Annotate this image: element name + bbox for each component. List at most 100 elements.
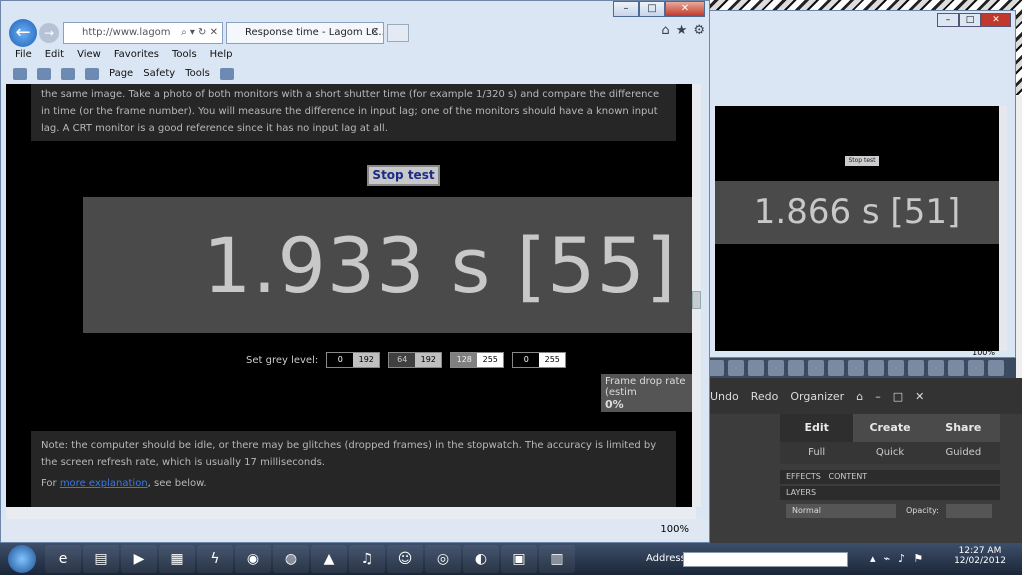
globe-icon[interactable]: ◍	[273, 545, 309, 573]
page-menu[interactable]: Page	[109, 64, 133, 84]
maximize-button[interactable]: □	[959, 13, 981, 27]
forward-icon[interactable]: →	[39, 23, 59, 43]
chrome-icon[interactable]: ◎	[425, 545, 461, 573]
app-icon[interactable]	[988, 360, 1004, 376]
menu-favorites[interactable]: Favorites	[114, 46, 159, 64]
subtab-full[interactable]: Full	[780, 442, 853, 464]
app-icon[interactable]: ▣	[501, 545, 537, 573]
home-icon[interactable]: ⌂	[661, 23, 669, 38]
app-icon[interactable]	[968, 360, 984, 376]
minimize-button[interactable]: –	[937, 13, 959, 27]
expand-tray-icon[interactable]: ▴	[870, 552, 876, 565]
app-icon[interactable]	[828, 360, 844, 376]
app-icon[interactable]: ▥	[539, 545, 575, 573]
app-icon[interactable]	[868, 360, 884, 376]
favorites-star-icon[interactable]: ★	[676, 23, 688, 38]
menu-help[interactable]: Help	[210, 46, 233, 64]
app-icon[interactable]	[768, 360, 784, 376]
more-explanation-link[interactable]: more explanation	[60, 478, 148, 489]
clapper-icon[interactable]: ▦	[159, 545, 195, 573]
app-icon[interactable]	[908, 360, 924, 376]
tab-edit[interactable]: Edit	[780, 414, 854, 442]
home-icon[interactable]	[13, 68, 27, 80]
zoom-level[interactable]: 100%	[660, 519, 689, 541]
menu-view[interactable]: View	[77, 46, 101, 64]
menu-edit[interactable]: Edit	[45, 46, 64, 64]
app-icon[interactable]	[748, 360, 764, 376]
help-icon[interactable]	[219, 68, 234, 80]
app-icon[interactable]	[788, 360, 804, 376]
content-label[interactable]: CONTENT	[829, 472, 868, 481]
second-stop-button[interactable]: Stop test	[845, 156, 879, 166]
subtab-guided[interactable]: Guided	[927, 442, 1000, 464]
app-icon[interactable]	[728, 360, 744, 376]
minimize-button[interactable]: –	[875, 390, 881, 403]
minimize-button[interactable]: –	[613, 1, 639, 17]
browser-tab[interactable]: Response time - Lagom LC... ✕	[226, 22, 384, 44]
layers-row[interactable]: LAYERS	[780, 486, 1000, 500]
tab-create[interactable]: Create	[853, 414, 926, 442]
folder-icon[interactable]: ▤	[83, 545, 119, 573]
taskbar-address-input[interactable]	[683, 552, 848, 567]
opacity-input[interactable]	[946, 504, 992, 518]
tab-share[interactable]: Share	[927, 414, 1000, 442]
app-icon[interactable]	[888, 360, 904, 376]
effects-row[interactable]: EFFECTS CONTENT	[780, 470, 1000, 484]
redo-button[interactable]: Redo	[751, 390, 779, 403]
subtab-quick[interactable]: Quick	[853, 442, 926, 464]
app-icon[interactable]	[708, 360, 724, 376]
stop-test-button[interactable]: Stop test	[367, 165, 440, 186]
app-icon[interactable]	[928, 360, 944, 376]
home-icon[interactable]: ⌂	[856, 390, 863, 403]
organizer-button[interactable]: Organizer	[790, 390, 844, 403]
effects-label[interactable]: EFFECTS	[786, 472, 821, 481]
flash-icon[interactable]: ϟ	[197, 545, 233, 573]
ie-icon[interactable]: e	[45, 545, 81, 573]
people-icon[interactable]: ☺	[387, 545, 423, 573]
back-icon[interactable]: ←	[9, 19, 37, 47]
print-icon[interactable]	[85, 68, 99, 80]
safety-menu[interactable]: Safety	[143, 64, 175, 84]
start-button[interactable]	[8, 545, 36, 573]
tools-menu[interactable]: Tools	[185, 64, 210, 84]
maximize-button[interactable]: □	[893, 390, 903, 403]
grey-button-1[interactable]: 0 192	[326, 352, 381, 368]
menu-tools[interactable]: Tools	[172, 46, 197, 64]
second-browser-window[interactable]: – □ ✕ Stop test 1.866 s [51] 100%	[706, 10, 1016, 358]
fox-icon[interactable]: ▲	[311, 545, 347, 573]
close-button[interactable]: ✕	[915, 390, 924, 403]
address-bar[interactable]: http://www.lagom ⌕ ▾ ↻ ✕	[63, 22, 223, 44]
main-browser-window[interactable]: – □ ✕ ← → http://www.lagom ⌕ ▾ ↻ ✕ Respo…	[0, 0, 710, 543]
grey-b: 192	[353, 353, 380, 367]
search-refresh-close-icons[interactable]: ⌕ ▾ ↻ ✕	[181, 23, 218, 43]
second-zoom-level[interactable]: 100%	[972, 348, 995, 357]
horizontal-scrollbar[interactable]	[6, 507, 696, 519]
close-button[interactable]: ✕	[665, 1, 705, 17]
grey-button-2[interactable]: 64 192	[388, 352, 443, 368]
picasa-icon[interactable]: ◐	[463, 545, 499, 573]
maximize-button[interactable]: □	[639, 1, 665, 17]
network-icon[interactable]: ⌁	[884, 552, 891, 565]
blend-mode-select[interactable]: Normal	[786, 504, 896, 518]
new-tab-button[interactable]	[387, 24, 409, 42]
second-vertical-scrollbar[interactable]	[999, 106, 1007, 351]
gear-icon[interactable]: ⚙	[693, 23, 705, 38]
app-icon[interactable]	[948, 360, 964, 376]
media-player-icon[interactable]: ▶	[121, 545, 157, 573]
clock[interactable]: 12:27 AM 12/02/2012	[950, 546, 1010, 566]
grey-button-4[interactable]: 0 255	[512, 352, 567, 368]
grey-button-3[interactable]: 128 255	[450, 352, 505, 368]
mail-icon[interactable]	[61, 68, 75, 80]
volume-icon[interactable]: ♪	[898, 552, 905, 565]
steam-icon[interactable]: ◉	[235, 545, 271, 573]
app-icon[interactable]	[808, 360, 824, 376]
itunes-icon[interactable]: ♫	[349, 545, 385, 573]
vertical-scroll-thumb[interactable]	[692, 291, 701, 309]
feeds-icon[interactable]	[37, 68, 51, 80]
close-button[interactable]: ✕	[981, 13, 1011, 27]
app-icon[interactable]	[848, 360, 864, 376]
undo-button[interactable]: Undo	[710, 390, 739, 403]
menu-file[interactable]: File	[15, 46, 32, 64]
flag-icon[interactable]: ⚑	[913, 552, 923, 565]
tab-close-icon[interactable]: ✕	[371, 23, 379, 43]
